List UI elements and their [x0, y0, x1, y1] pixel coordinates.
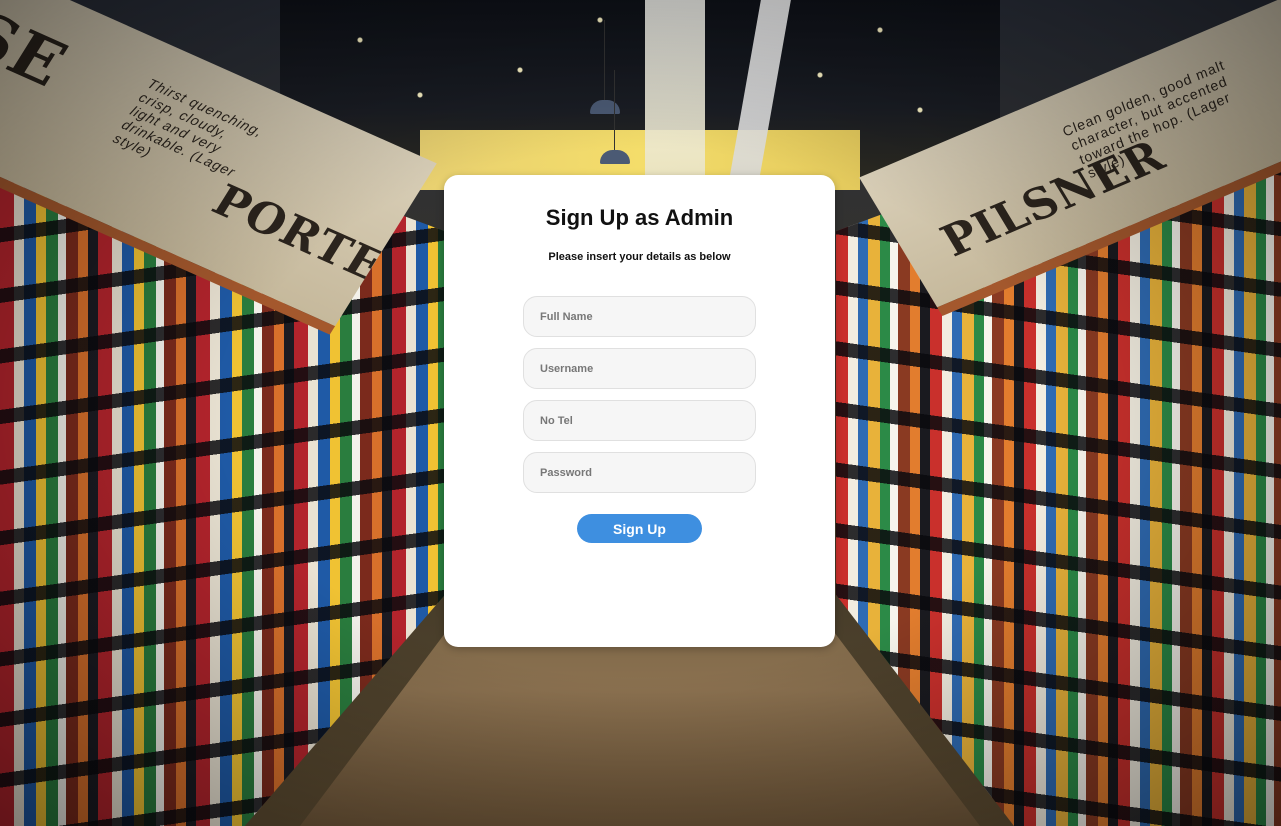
banner-word: SE: [0, 0, 80, 102]
phone-input[interactable]: [523, 400, 756, 441]
sign-up-button[interactable]: Sign Up: [577, 514, 702, 543]
full-name-input[interactable]: [523, 296, 756, 337]
password-input[interactable]: [523, 452, 756, 493]
username-input[interactable]: [523, 348, 756, 389]
background-photo: SE Thirst quenching, crisp, cloudy, ligh…: [0, 0, 1281, 826]
pendant-lamp: [590, 20, 620, 114]
pendant-lamp: [600, 70, 630, 164]
banner-description: Thirst quenching, crisp, cloudy, light a…: [110, 75, 267, 180]
page-subtitle: Please insert your details as below: [548, 251, 731, 263]
page-title: Sign Up as Admin: [545, 205, 734, 230]
ceiling-light: [645, 0, 705, 180]
signup-card: Sign Up as Admin Please insert your deta…: [444, 175, 835, 647]
